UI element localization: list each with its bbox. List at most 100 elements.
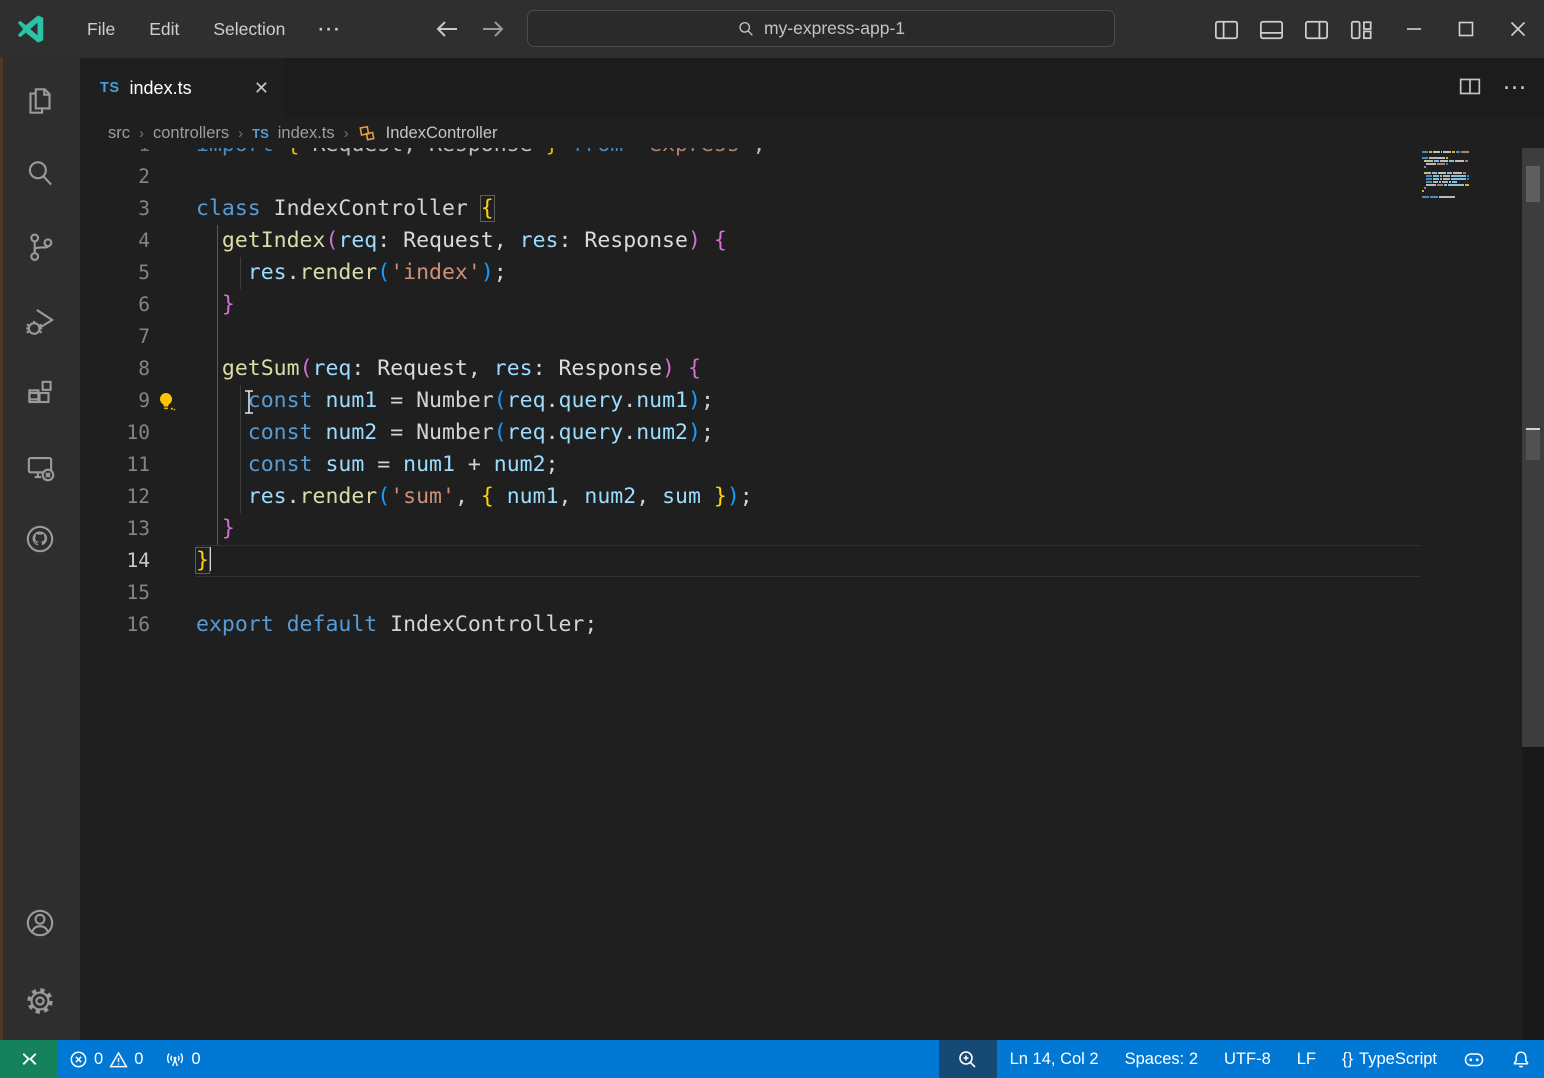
line-content[interactable]: const num1 = Number(req.query.num1); — [196, 385, 1544, 417]
glyph-margin[interactable] — [150, 513, 196, 545]
cursor-position[interactable]: Ln 14, Col 2 — [997, 1040, 1112, 1078]
line-content[interactable]: getSum(req: Request, res: Response) { — [196, 353, 1544, 385]
breadcrumb-file[interactable]: index.ts — [278, 124, 335, 143]
tab-close-icon[interactable]: ✕ — [254, 78, 269, 99]
toggle-sidebar-left-icon[interactable] — [1211, 14, 1241, 44]
breadcrumb-symbol[interactable]: IndexController — [386, 124, 498, 143]
zoom-indicator[interactable] — [939, 1040, 997, 1078]
remote-indicator[interactable] — [0, 1040, 58, 1078]
code-line-8[interactable]: 8 getSum(req: Request, res: Response) { — [80, 353, 1544, 385]
line-content[interactable] — [196, 577, 1544, 609]
command-center-search[interactable]: my-express-app-1 — [527, 10, 1115, 47]
code-line-3[interactable]: 3 class IndexController { — [80, 193, 1544, 225]
line-number[interactable]: 2 — [80, 161, 150, 193]
line-content[interactable] — [196, 321, 1544, 353]
code-line-10[interactable]: 10 const num2 = Number(req.query.num2); — [80, 417, 1544, 449]
activity-source-control[interactable] — [0, 210, 80, 283]
activity-account[interactable] — [0, 884, 80, 962]
activity-settings-gear[interactable] — [0, 962, 80, 1040]
line-number[interactable]: 7 — [80, 321, 150, 353]
minimap[interactable] — [1422, 151, 1470, 199]
language-mode[interactable]: {} TypeScript — [1329, 1040, 1450, 1078]
glyph-margin[interactable] — [150, 353, 196, 385]
menu-file[interactable]: File — [70, 0, 132, 58]
activity-extensions[interactable] — [0, 356, 80, 429]
code-line-7[interactable]: 7 — [80, 321, 1544, 353]
code-editor[interactable]: 1import { Request, Response } from 'expr… — [80, 148, 1544, 1040]
glyph-margin[interactable] — [150, 609, 196, 641]
line-number[interactable]: 14 — [80, 545, 150, 577]
line-content[interactable]: getIndex(req: Request, res: Response) { — [196, 225, 1544, 257]
maximize-button[interactable] — [1440, 0, 1492, 58]
code-line-15[interactable]: 15 — [80, 577, 1544, 609]
glyph-margin[interactable] — [150, 148, 196, 161]
code-line-16[interactable]: 16 export default IndexController; — [80, 609, 1544, 641]
line-number[interactable]: 13 — [80, 513, 150, 545]
code-line-13[interactable]: 13 } — [80, 513, 1544, 545]
problems-status[interactable]: 0 0 — [58, 1040, 154, 1078]
glyph-margin[interactable] — [150, 481, 196, 513]
line-number[interactable]: 9 — [80, 385, 150, 417]
toggle-panel-icon[interactable] — [1256, 14, 1286, 44]
line-content[interactable]: res.render('sum', { num1, num2, sum }); — [196, 481, 1544, 513]
indentation[interactable]: Spaces: 2 — [1112, 1040, 1211, 1078]
line-number[interactable]: 16 — [80, 609, 150, 641]
close-button[interactable] — [1492, 0, 1544, 58]
line-number[interactable]: 3 — [80, 193, 150, 225]
line-content[interactable]: } — [196, 289, 1544, 321]
code-line-12[interactable]: 12 res.render('sum', { num1, num2, sum }… — [80, 481, 1544, 513]
customize-layout-icon[interactable] — [1346, 14, 1376, 44]
activity-files-explorer[interactable] — [0, 64, 80, 137]
code-line-1[interactable]: 1import { Request, Response } from 'expr… — [80, 148, 1544, 161]
line-number[interactable]: 15 — [80, 577, 150, 609]
menu-overflow[interactable]: ··· — [302, 0, 357, 58]
activity-remote-explorer[interactable] — [0, 429, 80, 502]
vertical-scrollbar[interactable] — [1522, 148, 1544, 747]
line-number[interactable]: 10 — [80, 417, 150, 449]
tab-index-ts[interactable]: TS index.ts ✕ — [80, 58, 283, 118]
activity-github[interactable] — [0, 502, 80, 575]
more-actions-icon[interactable]: ··· — [1504, 78, 1528, 99]
line-content[interactable]: import { Request, Response } from 'expre… — [196, 148, 1544, 161]
glyph-margin[interactable] — [150, 417, 196, 449]
code-line-2[interactable]: 2 — [80, 161, 1544, 193]
encoding[interactable]: UTF-8 — [1211, 1040, 1284, 1078]
menu-edit[interactable]: Edit — [132, 0, 196, 58]
line-number[interactable]: 6 — [80, 289, 150, 321]
forward-arrow-icon[interactable] — [478, 14, 508, 44]
line-content[interactable]: class IndexController { — [196, 193, 1544, 225]
line-content[interactable]: const sum = num1 + num2; — [196, 449, 1544, 481]
ports-status[interactable]: 0 — [154, 1040, 211, 1078]
back-arrow-icon[interactable] — [432, 14, 462, 44]
split-editor-icon[interactable] — [1456, 72, 1484, 105]
scrollbar-thumb[interactable] — [1526, 166, 1540, 202]
glyph-margin[interactable] — [150, 321, 196, 353]
code-line-14[interactable]: 14} — [80, 545, 1544, 577]
glyph-margin[interactable] — [150, 161, 196, 193]
glyph-margin[interactable] — [150, 257, 196, 289]
line-content[interactable]: } — [196, 545, 1420, 577]
glyph-margin[interactable] — [150, 385, 196, 417]
line-number[interactable]: 8 — [80, 353, 150, 385]
code-line-6[interactable]: 6 } — [80, 289, 1544, 321]
breadcrumb-src[interactable]: src — [108, 124, 130, 143]
line-content[interactable] — [196, 161, 1544, 193]
glyph-margin[interactable] — [150, 193, 196, 225]
glyph-margin[interactable] — [150, 545, 196, 577]
code-line-4[interactable]: 4 getIndex(req: Request, res: Response) … — [80, 225, 1544, 257]
eol-sequence[interactable]: LF — [1284, 1040, 1329, 1078]
glyph-margin[interactable] — [150, 289, 196, 321]
glyph-margin[interactable] — [150, 449, 196, 481]
activity-search[interactable] — [0, 137, 80, 210]
toggle-sidebar-right-icon[interactable] — [1301, 14, 1331, 44]
activity-run-debug[interactable] — [0, 283, 80, 356]
code-line-9[interactable]: 9 const num1 = Number(req.query.num1); — [80, 385, 1544, 417]
line-number[interactable]: 5 — [80, 257, 150, 289]
lightbulb-icon[interactable] — [154, 390, 178, 414]
line-content[interactable]: res.render('index'); — [196, 257, 1544, 289]
minimize-button[interactable] — [1388, 0, 1440, 58]
glyph-margin[interactable] — [150, 577, 196, 609]
line-content[interactable]: export default IndexController; — [196, 609, 1544, 641]
code-line-5[interactable]: 5 res.render('index'); — [80, 257, 1544, 289]
line-content[interactable]: const num2 = Number(req.query.num2); — [196, 417, 1544, 449]
